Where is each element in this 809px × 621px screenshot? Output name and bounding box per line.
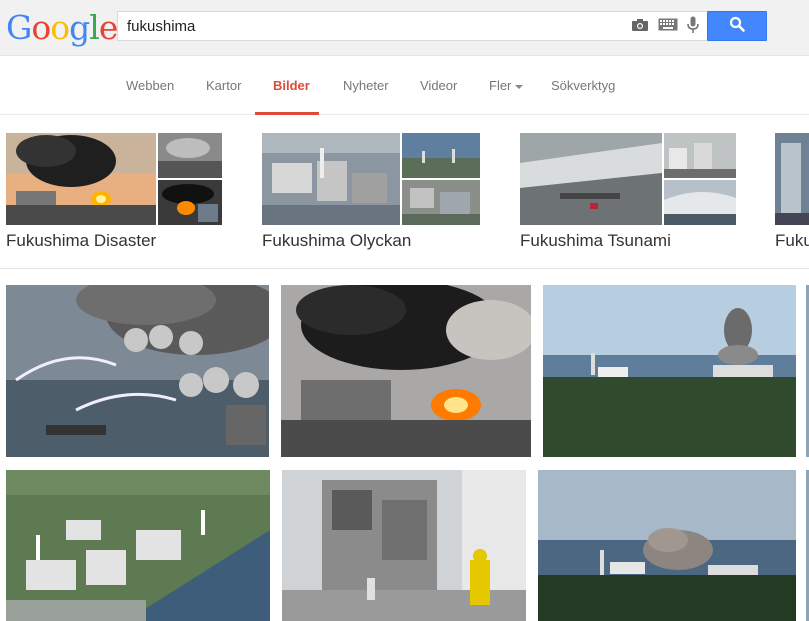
related-search-label: Fuku (775, 231, 809, 250)
image-result[interactable] (543, 285, 796, 457)
active-tab-indicator (255, 112, 319, 115)
image-result[interactable] (538, 470, 796, 621)
search-input[interactable] (118, 12, 623, 40)
search-button[interactable] (707, 11, 767, 41)
related-image-thumbnail (6, 133, 156, 225)
related-image-thumbnail (402, 133, 480, 178)
image-result[interactable] (282, 470, 526, 621)
divider (0, 268, 809, 269)
tab-search-tools[interactable]: Sökverktyg (551, 78, 615, 93)
search-tabs: Webben Kartor Bilder Nyheter Videor Fler… (0, 57, 809, 115)
search-icon (729, 16, 745, 37)
tab-nyheter[interactable]: Nyheter (343, 78, 389, 93)
tab-webben[interactable]: Webben (126, 78, 174, 93)
related-image-thumbnail (775, 133, 809, 225)
logo-letter: l (89, 8, 100, 47)
google-logo[interactable]: Google (6, 8, 119, 48)
related-image-thumbnail (262, 133, 400, 225)
logo-letter: o (31, 8, 51, 47)
related-image-thumbnail (402, 180, 480, 225)
related-search-card[interactable]: Fuku (775, 133, 809, 253)
related-search-card[interactable]: Fukushima Disaster (6, 133, 222, 253)
tab-fler[interactable]: Fler (489, 78, 524, 93)
image-result[interactable] (6, 470, 270, 621)
related-image-thumbnail (664, 180, 736, 225)
logo-letter: o (50, 8, 70, 47)
related-search-label: Fukushima Disaster (6, 231, 157, 250)
chevron-down-icon (515, 84, 524, 89)
logo-letter: G (6, 8, 32, 47)
tab-bilder[interactable]: Bilder (273, 78, 310, 93)
tab-kartor[interactable]: Kartor (206, 78, 241, 93)
related-image-thumbnail (664, 133, 736, 178)
logo-letter: e (98, 8, 119, 47)
related-search-card[interactable]: Fukushima Olyckan (262, 133, 480, 253)
tab-fler-label: Fler (489, 78, 512, 93)
related-image-thumbnail (158, 133, 222, 178)
image-result[interactable] (281, 285, 531, 457)
keyboard-icon[interactable] (658, 18, 678, 36)
microphone-icon[interactable] (687, 16, 699, 39)
related-search-card[interactable]: Fukushima Tsunami (520, 133, 736, 253)
camera-icon[interactable] (631, 18, 649, 37)
related-search-label: Fukushima Tsunami (520, 231, 671, 250)
related-search-label: Fukushima Olyckan (262, 231, 412, 250)
search-box (117, 11, 707, 41)
logo-letter: g (69, 8, 90, 47)
related-thumbnails (262, 133, 480, 225)
related-thumbnails (775, 133, 809, 225)
tab-videor[interactable]: Videor (420, 78, 457, 93)
related-image-thumbnail (158, 180, 222, 225)
search-box-icons (631, 16, 699, 39)
image-result[interactable] (6, 285, 269, 457)
header-bar: Google (0, 0, 809, 56)
related-thumbnails (6, 133, 222, 225)
related-image-thumbnail (520, 133, 662, 225)
related-thumbnails (520, 133, 736, 225)
